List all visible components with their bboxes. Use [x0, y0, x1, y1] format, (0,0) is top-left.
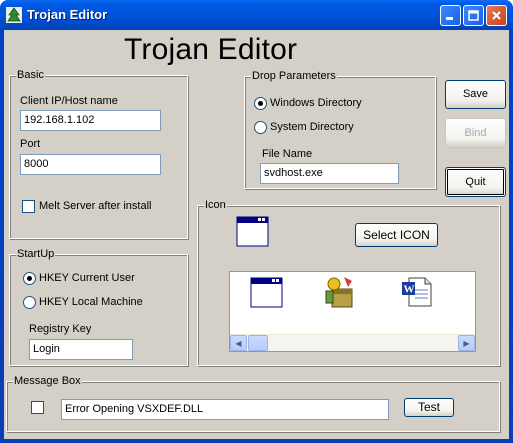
window-icon[interactable] — [250, 277, 283, 308]
hkey-current-user-radio[interactable] — [23, 272, 36, 285]
registry-key-label: Registry Key — [29, 323, 92, 335]
drop-parameters-group: Drop Parameters Windows Directory System… — [244, 70, 436, 189]
system-directory-radio[interactable] — [254, 121, 267, 134]
port-input[interactable]: 8000 — [20, 154, 161, 175]
minimize-icon — [446, 17, 453, 20]
startup-group-label: StartUp — [16, 248, 56, 260]
icon-group-label: Icon — [204, 199, 227, 211]
page-title: Trojan Editor — [124, 33, 298, 66]
message-box-group-label: Message Box — [13, 375, 82, 387]
icon-group: Icon Select ICON W ◀ ▶ — [197, 199, 500, 366]
startup-group: StartUp HKEY Current User HKEY Local Mac… — [9, 248, 188, 366]
basic-group: Basic Client IP/Host name 192.168.1.102 … — [9, 69, 188, 239]
bind-button[interactable]: Bind — [445, 118, 506, 148]
filename-label: File Name — [262, 148, 313, 160]
registry-key-input[interactable]: Login — [29, 339, 133, 360]
windows-directory-label: Windows Directory — [270, 97, 362, 109]
window-title: Trojan Editor — [27, 7, 108, 22]
client-area: Trojan Editor Basic Client IP/Host name … — [4, 30, 509, 439]
maximize-button[interactable] — [463, 5, 484, 26]
close-button[interactable] — [486, 5, 507, 26]
basic-group-label: Basic — [16, 69, 45, 81]
hkey-local-machine-radio[interactable] — [23, 296, 36, 309]
svg-text:W: W — [404, 284, 415, 296]
hkey-current-user-label: HKEY Current User — [39, 272, 135, 284]
port-label: Port — [20, 138, 41, 150]
select-icon-button[interactable]: Select ICON — [355, 223, 438, 247]
app-window: Trojan Editor Trojan Editor Basic Client… — [0, 0, 513, 443]
host-input[interactable]: 192.168.1.102 — [20, 110, 161, 131]
package-icon[interactable] — [324, 275, 357, 309]
scroll-right-arrow-icon[interactable]: ▶ — [458, 335, 475, 351]
window-icon — [236, 216, 269, 247]
scrollbar-thumb[interactable] — [248, 335, 268, 351]
maximize-icon — [468, 10, 479, 21]
close-icon — [492, 11, 501, 20]
melt-checkbox[interactable] — [22, 200, 35, 213]
hkey-local-machine-label: HKEY Local Machine — [39, 296, 143, 308]
horizontal-scrollbar[interactable]: ◀ ▶ — [230, 334, 475, 351]
save-button[interactable]: Save — [445, 80, 506, 109]
message-box-checkbox[interactable] — [31, 401, 44, 414]
message-text-input[interactable]: Error Opening VSXDEF.DLL — [61, 399, 389, 420]
word-document-icon[interactable]: W — [401, 276, 434, 308]
scroll-left-arrow-icon[interactable]: ◀ — [230, 335, 247, 351]
filename-input[interactable]: svdhost.exe — [260, 163, 399, 184]
app-icon — [6, 7, 22, 23]
title-bar[interactable]: Trojan Editor — [0, 0, 513, 30]
minimize-button[interactable] — [440, 5, 461, 26]
drop-group-label: Drop Parameters — [251, 70, 337, 82]
message-box-group: Message Box Error Opening VSXDEF.DLL Tes… — [6, 375, 500, 432]
test-button[interactable]: Test — [404, 398, 454, 417]
icon-list[interactable]: W ◀ ▶ — [229, 271, 476, 352]
melt-label: Melt Server after install — [39, 200, 152, 212]
windows-directory-radio[interactable] — [254, 97, 267, 110]
host-label: Client IP/Host name — [20, 95, 118, 107]
quit-button[interactable]: Quit — [445, 167, 506, 197]
system-directory-label: System Directory — [270, 121, 354, 133]
